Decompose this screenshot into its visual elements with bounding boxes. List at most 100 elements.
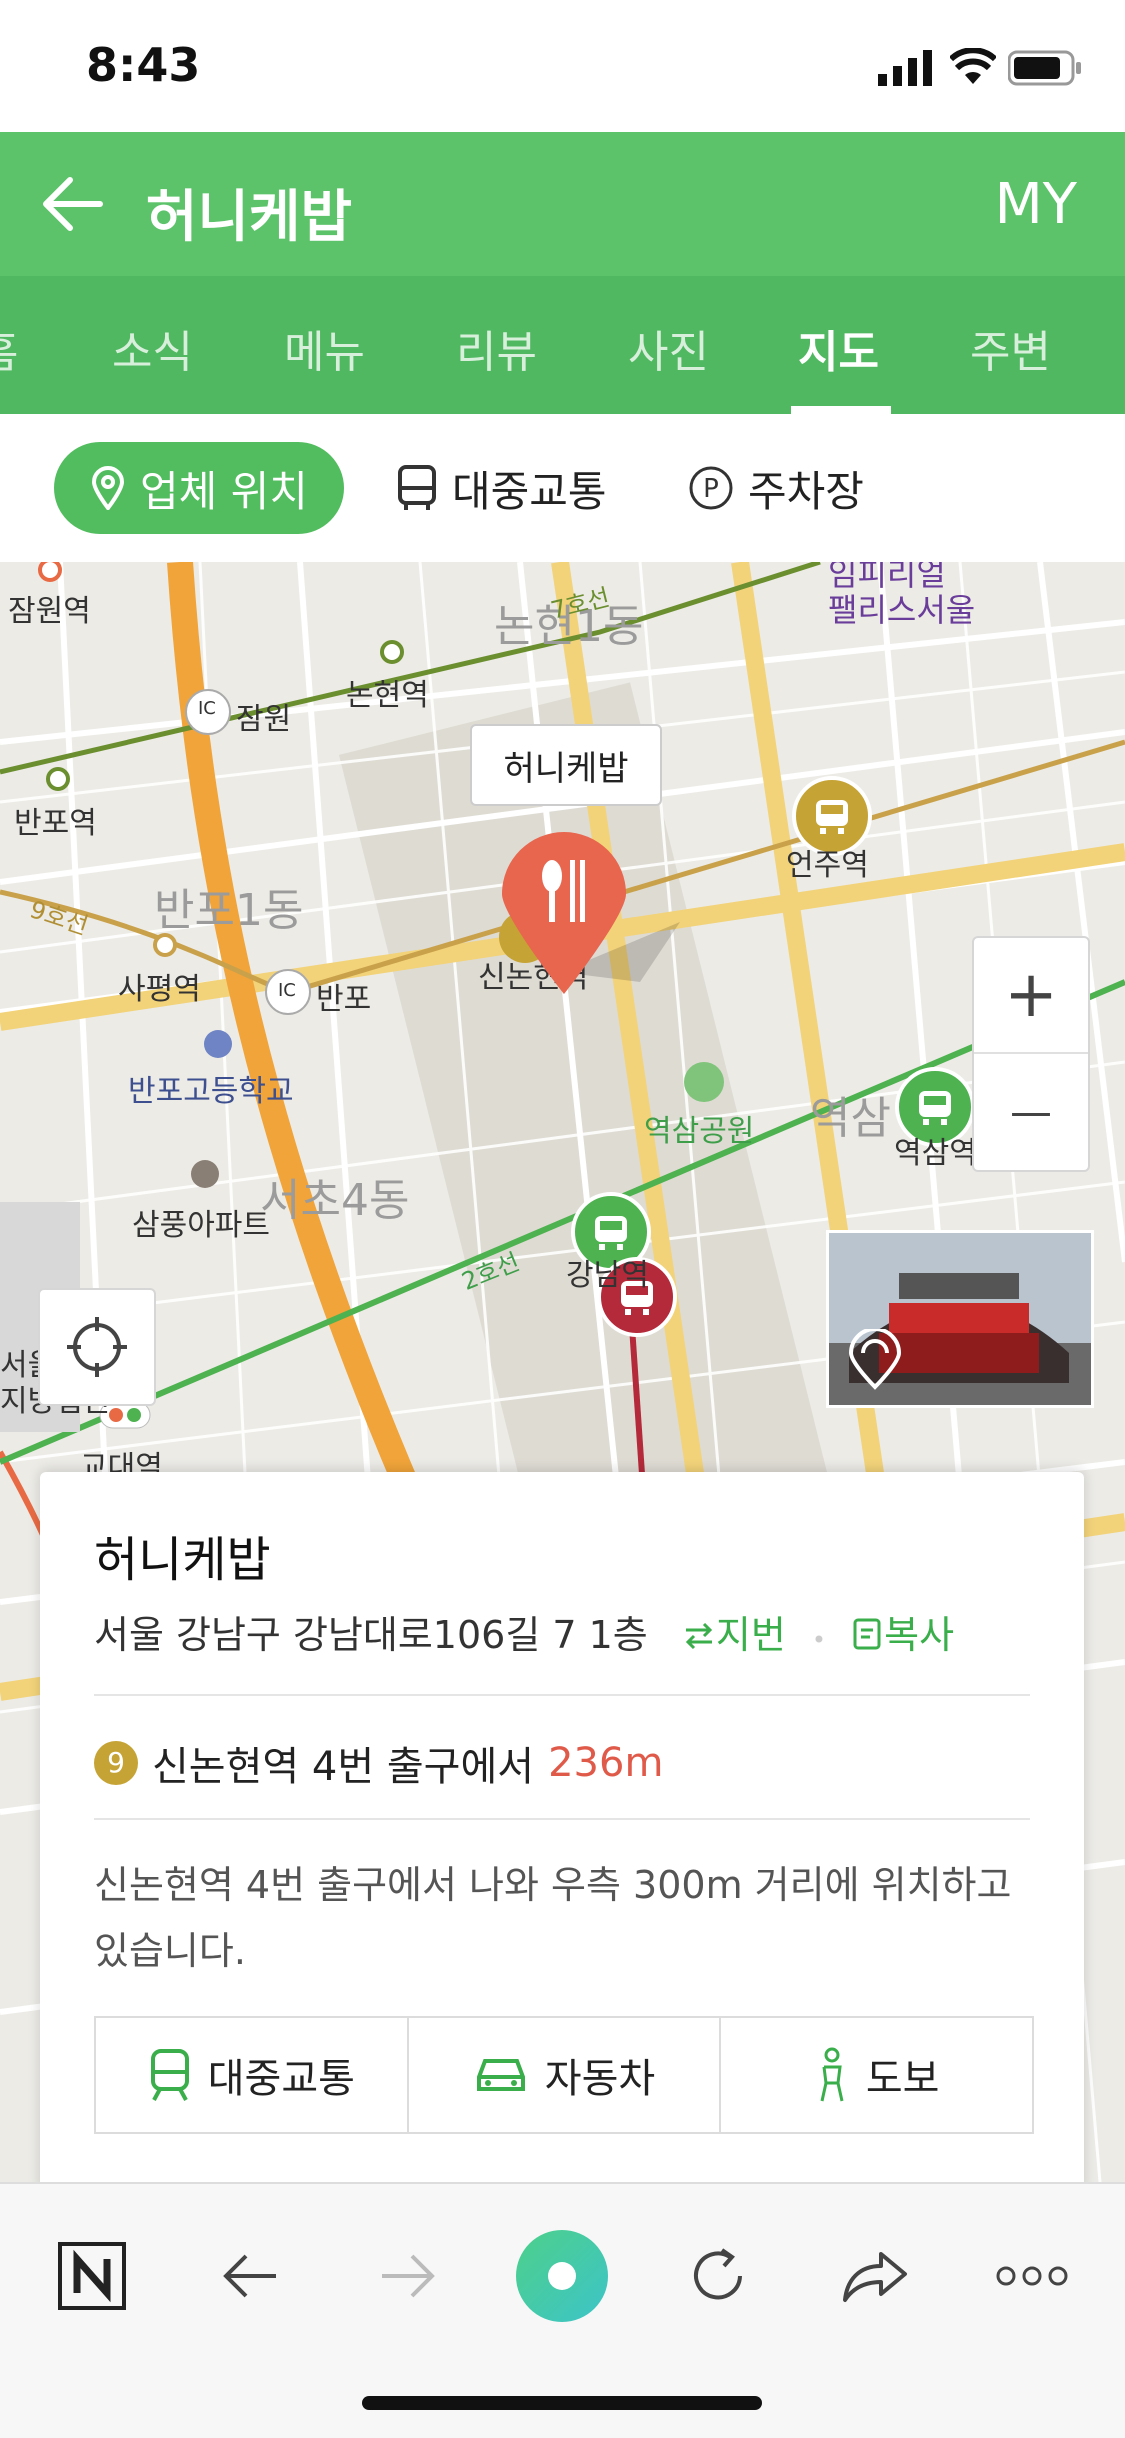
map-label-yeoksam-park: 역삼공원 [644,1114,755,1149]
back-button[interactable] [200,2226,300,2326]
status-time: 8:43 [86,38,201,92]
map-mode-chips: 업체 위치 대중교통 P 주차장 [0,414,1125,562]
tab-nearby[interactable]: 주변 [970,316,1051,380]
chip-parking-label: 주차장 [748,466,864,516]
subway-marker-yeoksam-icon[interactable] [915,1089,955,1127]
place-callout[interactable]: 허니케밥 [470,724,662,806]
nearest-station-row: 9 신논현역 4번 출구에서 236m [94,1734,663,1792]
map-label-sampoong: 삼풍아파트 [132,1208,270,1243]
card-address-row: 서울 강남구 강남대로106길 7 1층 지번 • 복사 [94,1604,954,1659]
tab-menu[interactable]: 메뉴 [284,316,365,380]
more-dots-icon [996,2266,1068,2286]
divider [94,1818,1030,1820]
subway-marker-eonju-icon[interactable] [812,798,852,836]
back-arrow-icon[interactable] [38,174,108,234]
map-label-palace: 임피리얼 팰리스서울 [828,562,976,629]
subway-marker-gangnam-icon[interactable] [591,1214,631,1252]
battery-icon [1008,50,1081,86]
tab-photo[interactable]: 사진 [628,316,709,380]
refresh-button[interactable] [668,2226,768,2326]
copy-icon [853,1618,881,1650]
map-label-yeoksam-station: 역삼역 [894,1136,977,1171]
map-label-yeoksam: 역삼 [810,1093,891,1144]
map-label-nonhyeon-station: 논현역 [346,678,429,713]
chip-location-label: 업체 위치 [140,466,308,516]
parking-icon: P [689,466,733,510]
svg-text:P: P [703,474,719,504]
naver-home-button[interactable] [42,2226,142,2326]
restaurant-pin-icon[interactable] [498,830,630,996]
active-tab-indicator [791,406,891,414]
map-label-banpo-station: 반포역 [14,806,97,841]
refresh-icon [694,2248,742,2300]
card-place-name: 허니케밥 [94,1532,271,1588]
more-button[interactable] [982,2226,1082,2326]
station-text: 신논현역 4번 출구에서 [152,1744,535,1790]
naver-n-icon [58,2242,126,2310]
place-title: 허니케밥 [146,185,353,250]
jibun-label: 지번 [715,1613,786,1657]
tab-bar: 홈 소식 메뉴 리뷰 사진 지도 주변 [0,276,1125,414]
my-button[interactable]: MY [994,172,1077,237]
green-dot-button[interactable] [512,2226,612,2326]
station-distance: 236m [548,1740,664,1786]
train-icon [150,2049,189,2101]
chip-parking[interactable]: P 주차장 [688,442,864,534]
map-label-sapyeong: 사평역 [118,972,201,1007]
tab-review[interactable]: 리뷰 [456,316,537,380]
map-label-jamwon-station: 잠원역 [8,594,91,629]
swap-icon [685,1622,712,1650]
arrow-right-icon [382,2254,435,2298]
directions-transit-label: 대중교통 [207,2056,355,2102]
directions-walk-button[interactable]: 도보 [721,2018,1032,2132]
tab-map[interactable]: 지도 [798,316,879,380]
crosshair-icon [67,1317,127,1377]
app-header: 허니케밥 MY [0,132,1125,276]
share-icon [843,2252,907,2302]
signal-icon [878,50,932,86]
zoom-in-button[interactable]: + [974,938,1088,1054]
street-view-icon [848,1329,902,1390]
directions-walk-label: 도보 [865,2056,940,2102]
jibun-button[interactable]: 지번 [682,1613,798,1657]
walk-icon [820,2047,844,2102]
map-label-gangnam: 강남역 [566,1258,649,1293]
location-pin-icon [91,466,125,510]
green-dot-icon [516,2230,608,2322]
tab-news[interactable]: 소식 [112,316,193,380]
map-label-ic-2: IC [278,980,296,1001]
line9-badge: 9 [94,1741,138,1785]
status-bar: 8:43 [0,0,1125,132]
tab-home[interactable]: 홈 [0,316,18,380]
map-label-seocho4: 서초4동 [260,1175,410,1226]
wifi-icon [950,48,996,84]
location-description: 신논현역 4번 출구에서 나와 우측 300m 거리에 위치하고 있습니다. [94,1863,1012,1973]
map-label-banpo-ic: 반포 [316,982,372,1017]
copy-label: 복사 [884,1613,955,1657]
copy-button[interactable]: 복사 [852,1613,954,1657]
chip-transit[interactable]: 대중교통 [396,442,607,534]
share-button[interactable] [826,2226,926,2326]
separator-dot: • [811,1626,827,1654]
zoom-out-button[interactable]: — [974,1054,1088,1168]
street-view-thumbnail[interactable] [826,1230,1094,1408]
directions-buttons: 대중교통 자동차 도보 [94,2016,1034,2134]
car-icon [476,2059,525,2091]
chip-transit-label: 대중교통 [452,466,607,516]
bus-icon [398,465,436,510]
divider [94,1694,1030,1696]
directions-car-label: 자동차 [544,2056,656,2102]
home-indicator [362,2396,762,2410]
place-info-card: 허니케밥 서울 강남구 강남대로106길 7 1층 지번 • 복사 9 신논현역… [40,1472,1084,2192]
forward-button[interactable] [358,2226,458,2326]
zoom-control: + — [972,936,1090,1172]
directions-car-button[interactable]: 자동차 [409,2018,722,2132]
card-address: 서울 강남구 강남대로106길 7 1층 [94,1613,648,1657]
map-label-banpo1: 반포1동 [154,885,304,936]
map-label-eonju: 언주역 [786,848,869,883]
map-label-banpo-high: 반포고등학교 [128,1074,294,1109]
chip-location[interactable]: 업체 위치 [54,442,344,534]
directions-transit-button[interactable]: 대중교통 [96,2018,409,2132]
my-location-button[interactable] [38,1288,156,1406]
map-label-jamwon-ic: 잠원 [236,702,292,737]
